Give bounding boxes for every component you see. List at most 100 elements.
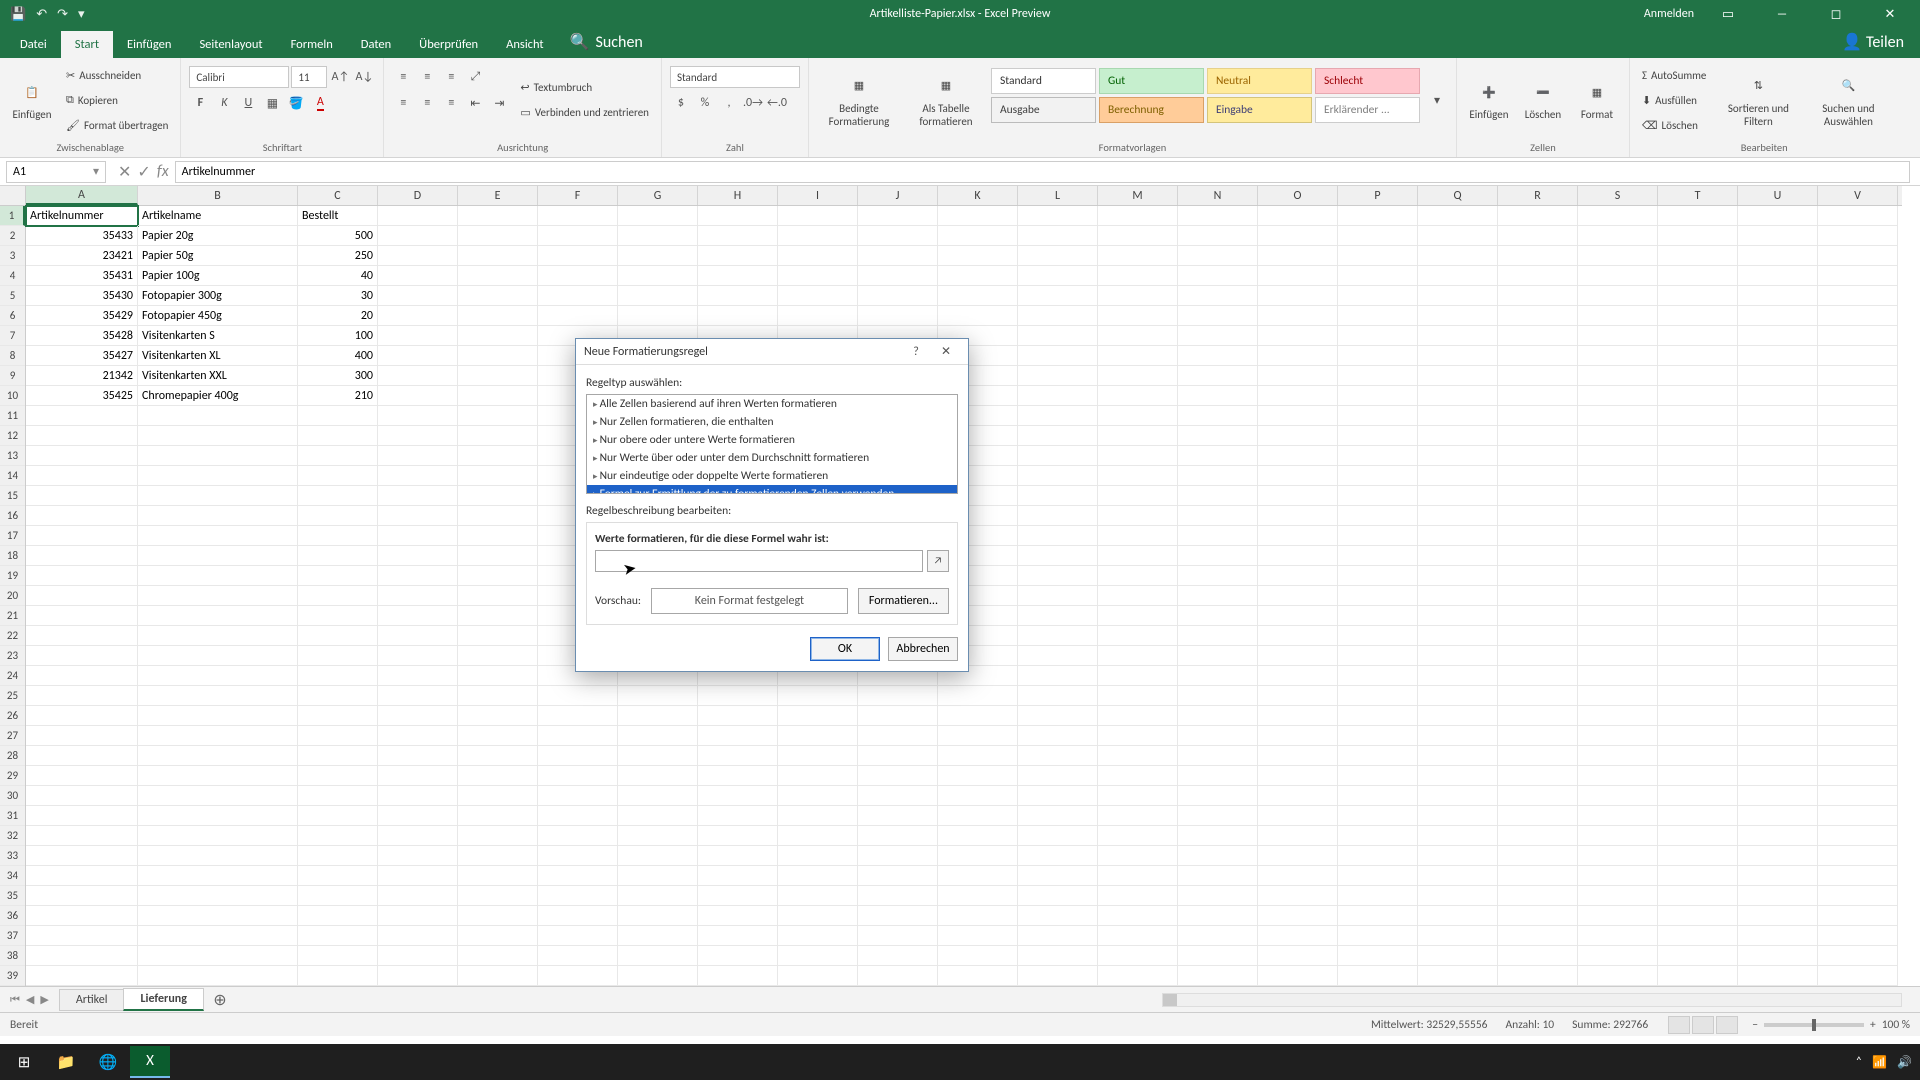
cell[interactable] [1738,746,1818,766]
cell[interactable] [1578,366,1658,386]
row-header[interactable]: 22 [0,626,25,646]
cell[interactable] [1098,726,1178,746]
cell[interactable]: 210 [298,386,378,406]
column-headers[interactable]: ABCDEFGHIJKLMNOPQRSTUV [26,186,1902,206]
cell[interactable] [1018,766,1098,786]
cell[interactable] [1658,706,1738,726]
rule-type-item[interactable]: Nur Zellen formatieren, die enthalten [587,413,957,431]
comma-format-icon[interactable]: , [718,92,740,114]
cell[interactable] [1178,326,1258,346]
cell[interactable] [458,686,538,706]
cell[interactable] [1738,966,1818,986]
cell[interactable]: Fotopapier 450g [138,306,298,326]
cell[interactable] [538,286,618,306]
cell[interactable] [1658,646,1738,666]
align-right-icon[interactable]: ≡ [440,92,462,114]
cell[interactable] [298,486,378,506]
cell[interactable] [1658,566,1738,586]
number-format-select[interactable]: Standard [670,66,800,88]
cell[interactable] [1738,926,1818,946]
cell[interactable] [858,886,938,906]
cell[interactable] [1098,386,1178,406]
cell[interactable] [1658,626,1738,646]
cell[interactable] [1658,306,1738,326]
cell[interactable] [1418,346,1498,366]
cell[interactable]: Visitenkarten S [138,326,298,346]
cell[interactable] [458,246,538,266]
cell[interactable] [378,306,458,326]
cell[interactable] [298,846,378,866]
cell[interactable] [1498,726,1578,746]
cell[interactable] [1098,866,1178,886]
cell[interactable] [1498,366,1578,386]
find-select-button[interactable]: 🔍Suchen und Auswählen [1806,62,1890,138]
redo-icon[interactable]: ↷ [57,7,68,22]
cell[interactable] [698,766,778,786]
cell[interactable] [1178,686,1258,706]
cell[interactable]: Papier 50g [138,246,298,266]
cell[interactable] [1818,946,1898,966]
cell[interactable] [458,566,538,586]
cell[interactable] [138,446,298,466]
cell[interactable]: 300 [298,366,378,386]
cell[interactable] [458,846,538,866]
cell[interactable]: Visitenkarten XXL [138,366,298,386]
style-cell[interactable]: Standard [991,68,1096,94]
cell[interactable]: 35428 [26,326,138,346]
cell[interactable] [378,846,458,866]
minimize-icon[interactable]: ― [1762,0,1802,28]
cell[interactable] [298,426,378,446]
enter-fx-icon[interactable]: ✓ [137,162,150,182]
cell[interactable] [1338,906,1418,926]
cell[interactable] [1498,686,1578,706]
cell[interactable] [1018,286,1098,306]
cell[interactable] [1498,206,1578,226]
tray-volume-icon[interactable]: 🔊 [1897,1055,1912,1070]
cell[interactable] [1658,386,1738,406]
cell[interactable] [938,706,1018,726]
align-bottom-icon[interactable]: ≡ [440,66,462,88]
cell[interactable] [1098,806,1178,826]
cell[interactable] [458,586,538,606]
cell[interactable] [858,966,938,986]
row-headers[interactable]: 1234567891011121314151617181920212223242… [0,206,26,986]
cell[interactable] [298,526,378,546]
cell[interactable] [1018,346,1098,366]
indent-decrease-icon[interactable]: ⇤ [464,92,486,114]
cell[interactable] [1338,566,1418,586]
cell[interactable] [1498,526,1578,546]
cell[interactable] [378,746,458,766]
cell[interactable] [538,766,618,786]
horizontal-scrollbar[interactable] [1162,993,1902,1007]
cell[interactable] [1738,406,1818,426]
cell[interactable] [1578,466,1658,486]
indent-increase-icon[interactable]: ⇥ [488,92,510,114]
zoom-thumb[interactable] [1812,1019,1816,1031]
row-header[interactable]: 14 [0,466,25,486]
cell[interactable] [298,706,378,726]
shrink-font-icon[interactable]: A↓ [353,66,375,88]
cell[interactable]: 35425 [26,386,138,406]
cell[interactable] [1418,726,1498,746]
formula-input-field[interactable] [595,550,923,572]
cell[interactable] [618,806,698,826]
cell[interactable] [1578,706,1658,726]
cell[interactable] [1578,286,1658,306]
cell[interactable] [698,266,778,286]
cell-styles-gallery[interactable]: StandardGutNeutralSchlechtAusgabeBerechn… [991,62,1420,138]
rule-type-item[interactable]: Nur Werte über oder unter dem Durchschni… [587,449,957,467]
cell[interactable] [1818,786,1898,806]
select-all-corner[interactable] [0,186,26,206]
row-header[interactable]: 19 [0,566,25,586]
cell[interactable] [1418,226,1498,246]
cell[interactable] [1098,366,1178,386]
cell[interactable] [1658,446,1738,466]
cell[interactable] [1178,246,1258,266]
cell[interactable] [538,206,618,226]
cell[interactable] [698,906,778,926]
cell[interactable] [698,286,778,306]
cell[interactable] [138,666,298,686]
cell[interactable] [1098,626,1178,646]
cell[interactable] [1098,646,1178,666]
cell[interactable] [138,766,298,786]
